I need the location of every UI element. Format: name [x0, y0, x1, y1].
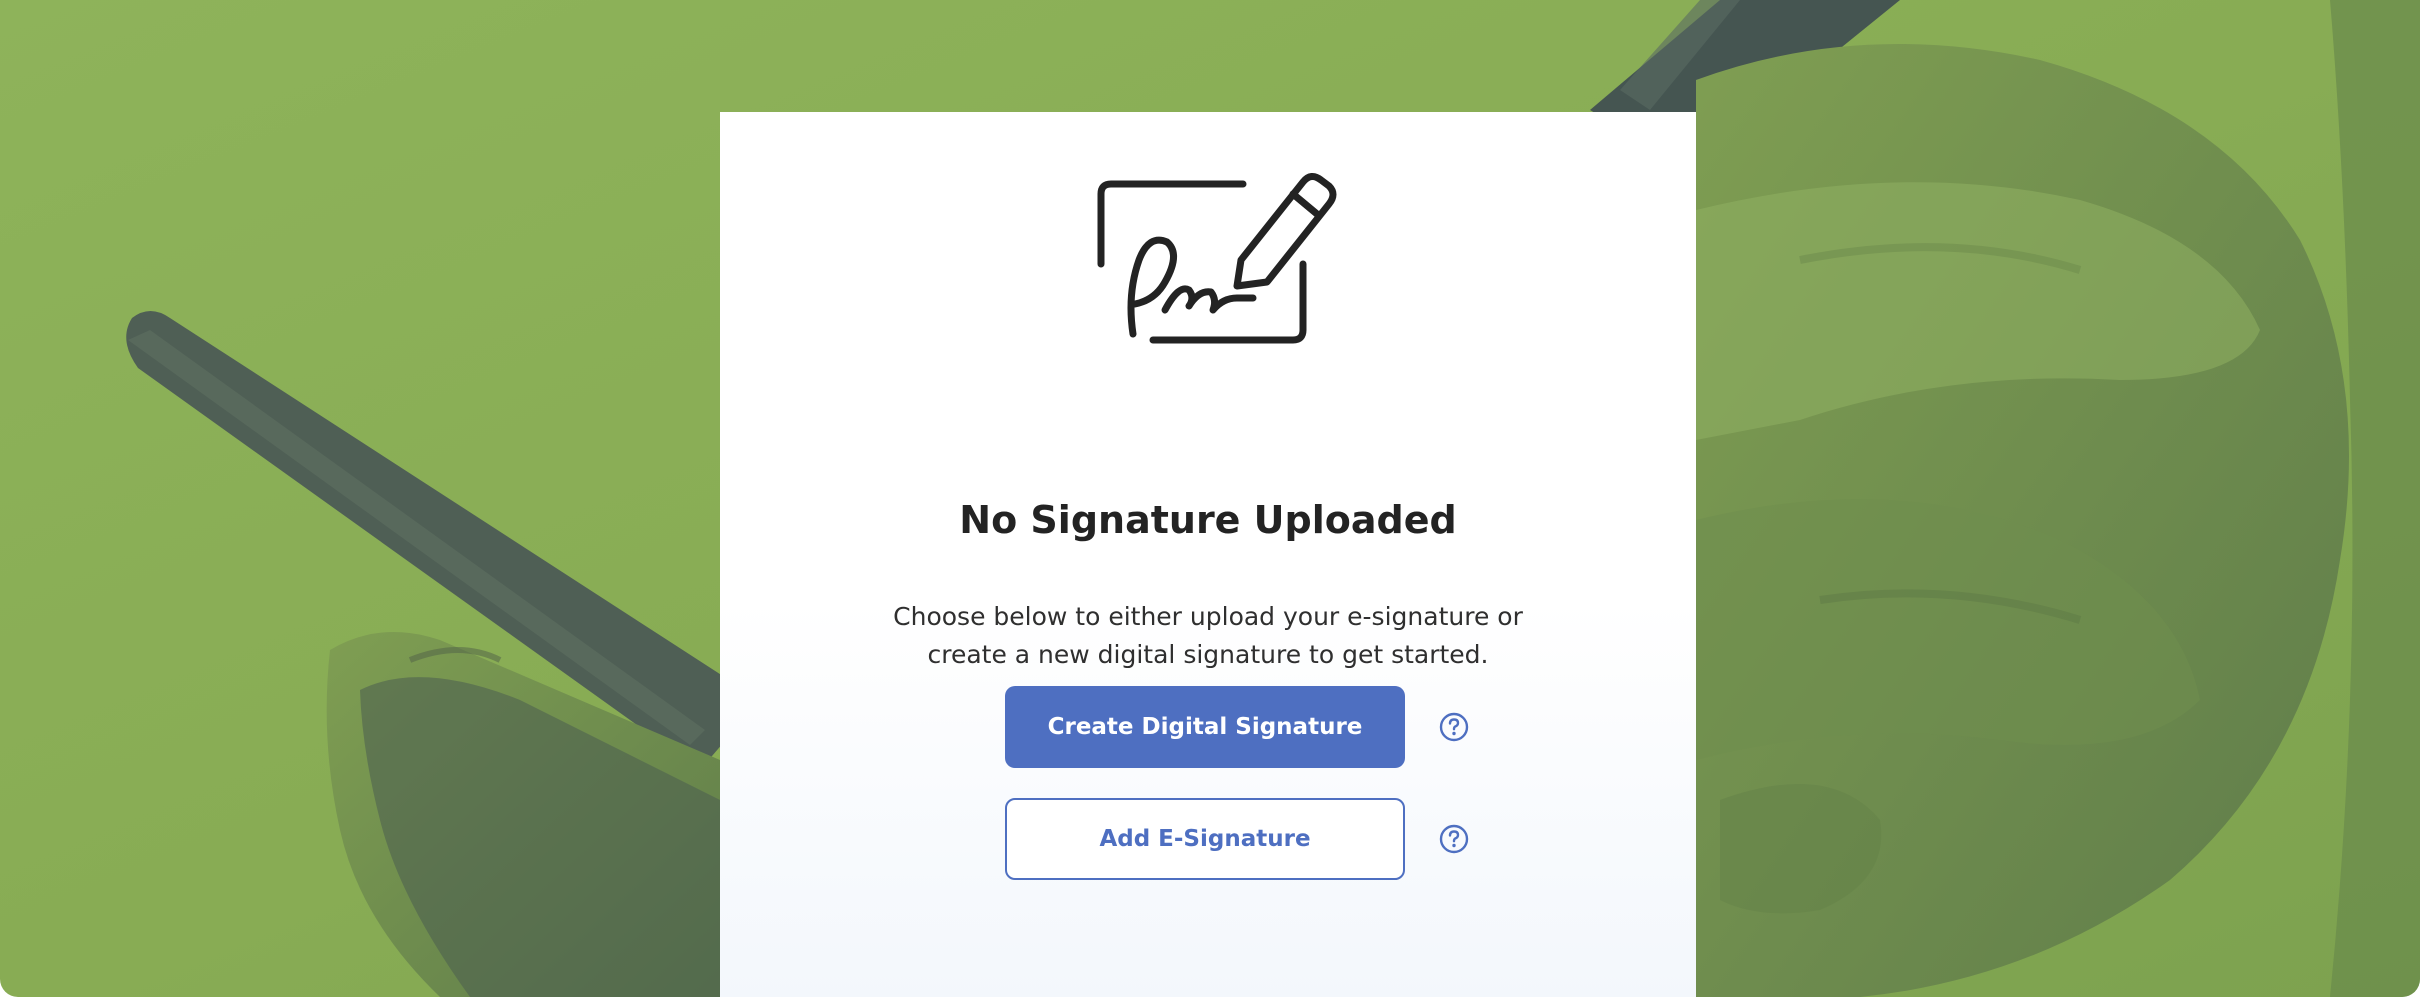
description-line-2: create a new digital signature to get st… [927, 640, 1489, 669]
create-digital-signature-button[interactable]: Create Digital Signature [1005, 686, 1405, 768]
signature-card: No Signature Uploaded Choose below to ei… [720, 112, 1696, 997]
help-circle-icon[interactable] [1438, 711, 1470, 743]
page-stage: No Signature Uploaded Choose below to ei… [0, 0, 2420, 997]
card-title: No Signature Uploaded [959, 498, 1457, 542]
description-line-1: Choose below to either upload your e-sig… [893, 602, 1523, 631]
signature-pen-icon [1097, 173, 1337, 344]
card-description: Choose below to either upload your e-sig… [858, 598, 1558, 674]
create-digital-signature-label: Create Digital Signature [1047, 714, 1363, 740]
add-e-signature-button[interactable]: Add E-Signature [1005, 798, 1405, 880]
add-e-signature-label: Add E-Signature [1099, 826, 1311, 852]
help-circle-icon[interactable] [1438, 823, 1470, 855]
